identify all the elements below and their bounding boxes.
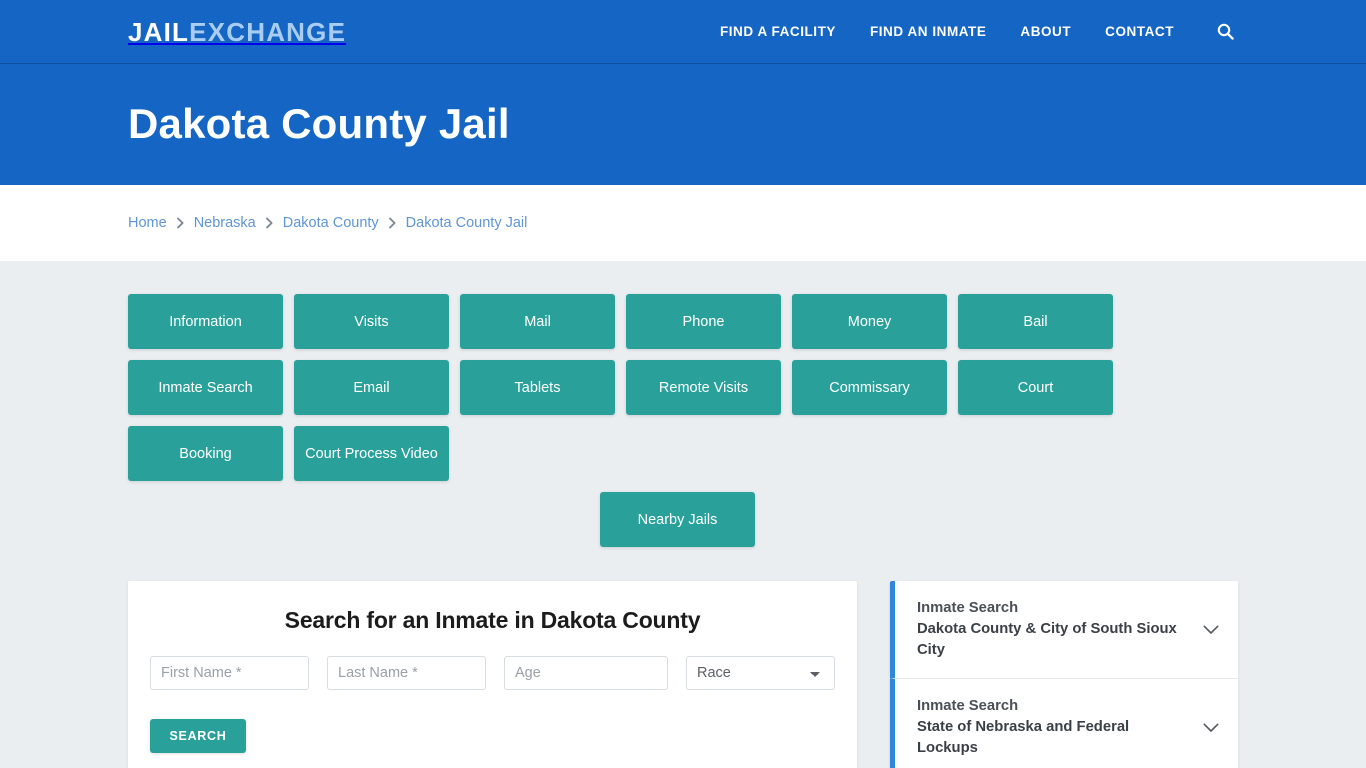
- breadcrumb-item-dakota-county-jail: Dakota County Jail: [405, 215, 528, 231]
- sidebar-column: Inmate Search Dakota County & City of So…: [890, 581, 1238, 768]
- search-icon[interactable]: [1214, 21, 1236, 43]
- last-name-input[interactable]: [327, 656, 486, 690]
- section-button-nearby-jails[interactable]: Nearby Jails: [600, 492, 755, 547]
- nav-item-find-an-inmate[interactable]: FIND AN INMATE: [870, 24, 986, 39]
- page-title: Dakota County Jail: [128, 100, 510, 148]
- breadcrumb-item-home[interactable]: Home: [128, 215, 167, 231]
- accordion-item-text: Inmate Search State of Nebraska and Fede…: [917, 696, 1192, 759]
- breadcrumb-item-nebraska[interactable]: Nebraska: [194, 215, 256, 231]
- section-button-email[interactable]: Email: [294, 360, 449, 415]
- main-column: Search for an Inmate in Dakota County Ra…: [128, 581, 857, 768]
- nav-item-contact[interactable]: CONTACT: [1105, 24, 1174, 39]
- section-button-inmate-search[interactable]: Inmate Search: [128, 360, 283, 415]
- content-columns: Search for an Inmate in Dakota County Ra…: [128, 581, 1238, 768]
- section-button-bail[interactable]: Bail: [958, 294, 1113, 349]
- accordion-item-inmate-search-county[interactable]: Inmate Search Dakota County & City of So…: [890, 581, 1238, 679]
- section-buttons-row-3: Nearby Jails: [128, 492, 1227, 547]
- logo-text-primary: JAIL: [128, 16, 190, 47]
- site-header: JAILEXCHANGE FIND A FACILITY FIND AN INM…: [0, 0, 1366, 64]
- site-logo[interactable]: JAILEXCHANGE: [128, 19, 346, 45]
- chevron-down-icon[interactable]: [1202, 621, 1220, 639]
- main-navigation: FIND A FACILITY FIND AN INMATE ABOUT CON…: [720, 21, 1236, 43]
- section-button-phone[interactable]: Phone: [626, 294, 781, 349]
- page-hero: Dakota County Jail: [0, 64, 1366, 185]
- breadcrumb-bar: Home Nebraska Dakota County Dakota Count…: [0, 185, 1366, 261]
- section-button-court[interactable]: Court: [958, 360, 1113, 415]
- inmate-search-panel: Search for an Inmate in Dakota County Ra…: [128, 581, 857, 768]
- section-button-mail[interactable]: Mail: [460, 294, 615, 349]
- section-button-visits[interactable]: Visits: [294, 294, 449, 349]
- first-name-input[interactable]: [150, 656, 309, 690]
- page-body: Information Visits Mail Phone Money Bail…: [0, 261, 1366, 768]
- accordion-item-subtitle: Inmate Search: [917, 600, 1019, 616]
- inmate-search-fields: Race: [148, 656, 837, 690]
- inmate-search-heading: Search for an Inmate in Dakota County: [284, 607, 701, 633]
- accordion-item-subtitle: Inmate Search: [917, 698, 1019, 714]
- facility-section-buttons: Information Visits Mail Phone Money Bail…: [128, 261, 1227, 547]
- race-select[interactable]: Race: [686, 656, 835, 690]
- accordion-item-text: Inmate Search Dakota County & City of So…: [917, 598, 1192, 661]
- search-submit-button[interactable]: SEARCH: [150, 719, 246, 753]
- chevron-right-icon: [388, 217, 397, 229]
- sidebar-accordion: Inmate Search Dakota County & City of So…: [890, 581, 1238, 768]
- breadcrumb: Home Nebraska Dakota County Dakota Count…: [128, 215, 527, 231]
- logo-text-secondary: EXCHANGE: [189, 16, 347, 47]
- age-input[interactable]: [504, 656, 668, 690]
- section-button-booking[interactable]: Booking: [128, 426, 283, 481]
- chevron-right-icon: [265, 217, 274, 229]
- section-button-remote-visits[interactable]: Remote Visits: [626, 360, 781, 415]
- nav-item-find-a-facility[interactable]: FIND A FACILITY: [720, 24, 836, 39]
- section-button-money[interactable]: Money: [792, 294, 947, 349]
- section-button-commissary[interactable]: Commissary: [792, 360, 947, 415]
- section-button-court-process-video[interactable]: Court Process Video: [294, 426, 449, 481]
- chevron-down-icon[interactable]: [1202, 719, 1220, 737]
- accordion-item-title: State of Nebraska and Federal Lockups: [917, 719, 1130, 756]
- section-button-tablets[interactable]: Tablets: [460, 360, 615, 415]
- breadcrumb-item-dakota-county[interactable]: Dakota County: [283, 215, 379, 231]
- accordion-item-inmate-search-state[interactable]: Inmate Search State of Nebraska and Fede…: [890, 679, 1238, 768]
- nav-item-about[interactable]: ABOUT: [1020, 24, 1071, 39]
- accordion-item-title: Dakota County & City of South Sioux City: [917, 621, 1177, 658]
- chevron-right-icon: [176, 217, 185, 229]
- section-button-information[interactable]: Information: [128, 294, 283, 349]
